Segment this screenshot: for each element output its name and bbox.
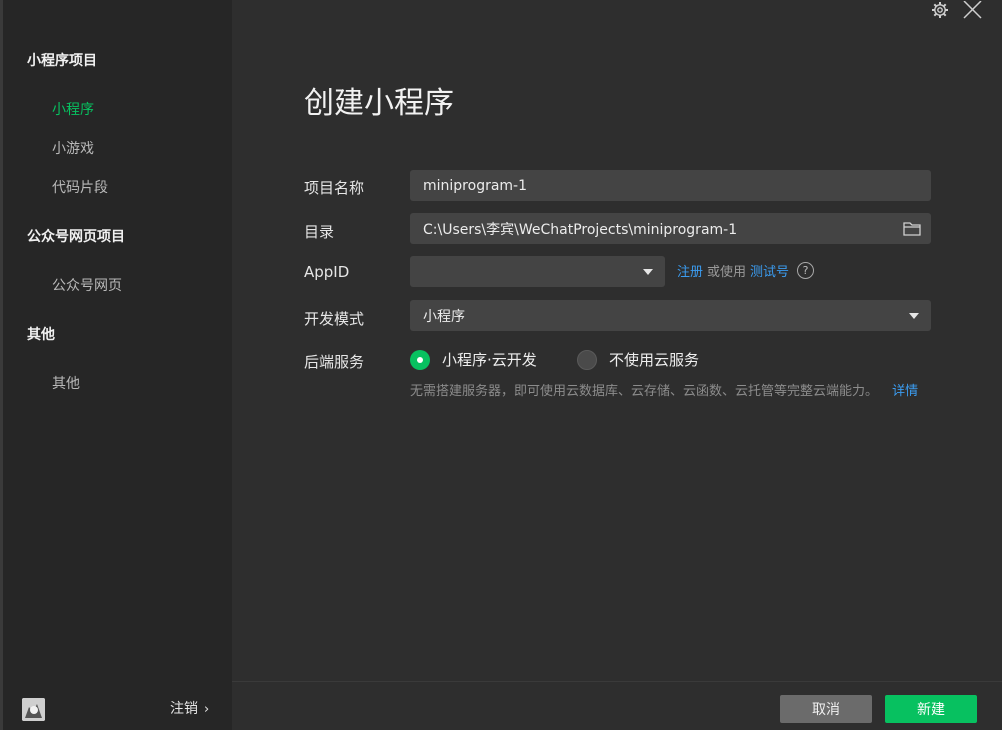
- directory-label: 目录: [304, 223, 335, 241]
- chevron-right-icon: ›: [204, 702, 210, 717]
- directory-value: C:\Users\李宾\WeChatProjects\miniprogram-1: [423, 221, 738, 238]
- register-link[interactable]: 注册: [677, 261, 703, 280]
- sidebar: 小程序项目 小程序 小游戏 代码片段 公众号网页项目 公众号网页 其他 其他 注…: [0, 0, 232, 730]
- page-title: 创建小程序: [304, 86, 454, 121]
- backend-label: 后端服务: [304, 353, 365, 371]
- project-name-value: miniprogram-1: [423, 177, 528, 194]
- footer-divider: [232, 681, 1002, 682]
- backend-description: 无需搭建服务器，即可使用云数据库、云存储、云函数、云托管等完整云端能力。 详情: [410, 380, 935, 403]
- sidebar-section-official-account-projects: 公众号网页项目: [27, 229, 125, 245]
- radio-no-cloud[interactable]: 不使用云服务: [577, 349, 699, 370]
- avatar[interactable]: [22, 698, 45, 721]
- dev-mode-select[interactable]: 小程序: [410, 300, 931, 331]
- gear-icon[interactable]: [929, 0, 951, 20]
- cancel-button[interactable]: 取消: [780, 695, 872, 723]
- project-name-label: 项目名称: [304, 179, 365, 197]
- test-account-link[interactable]: 测试号: [750, 261, 789, 280]
- sidebar-item-code-snippet[interactable]: 代码片段: [52, 177, 108, 197]
- dev-mode-value: 小程序: [423, 308, 465, 325]
- project-name-input[interactable]: miniprogram-1: [410, 170, 931, 201]
- radio-selected-icon[interactable]: [410, 349, 430, 370]
- chevron-down-icon: [643, 269, 653, 275]
- create-button[interactable]: 新建: [885, 695, 977, 723]
- logout-label: 注销: [170, 701, 198, 717]
- radio-unselected-icon[interactable]: [577, 349, 597, 370]
- appid-links: 注册 或使用 测试号 ?: [677, 261, 815, 280]
- folder-icon[interactable]: [903, 220, 921, 237]
- sidebar-item-miniprogram[interactable]: 小程序: [52, 99, 94, 119]
- appid-select[interactable]: [410, 256, 665, 287]
- directory-input[interactable]: C:\Users\李宾\WeChatProjects\miniprogram-1: [410, 213, 931, 244]
- sidebar-section-other: 其他: [27, 327, 55, 343]
- help-icon[interactable]: ?: [797, 262, 815, 279]
- close-icon[interactable]: [961, 0, 983, 20]
- details-link[interactable]: 详情: [892, 384, 918, 399]
- chevron-down-icon: [909, 313, 919, 319]
- backend-description-text: 无需搭建服务器，即可使用云数据库、云存储、云函数、云托管等完整云端能力。: [410, 384, 879, 399]
- sidebar-item-other[interactable]: 其他: [52, 373, 80, 393]
- radio-no-cloud-label: 不使用云服务: [609, 351, 700, 369]
- sidebar-item-minigame[interactable]: 小游戏: [52, 138, 94, 158]
- or-use-text: 或使用: [707, 265, 747, 280]
- sidebar-section-miniprogram-projects: 小程序项目: [27, 53, 97, 69]
- radio-cloud-dev[interactable]: 小程序·云开发: [410, 349, 537, 370]
- logout-button[interactable]: 注销 ›: [170, 698, 209, 718]
- dev-mode-label: 开发模式: [304, 310, 365, 328]
- sidebar-item-official-account-web[interactable]: 公众号网页: [52, 275, 122, 295]
- create-miniprogram-window: 小程序项目 小程序 小游戏 代码片段 公众号网页项目 公众号网页 其他 其他 注…: [0, 0, 1002, 730]
- appid-label: AppID: [304, 263, 350, 281]
- window-edge: [0, 0, 3, 730]
- radio-cloud-dev-label: 小程序·云开发: [442, 351, 537, 369]
